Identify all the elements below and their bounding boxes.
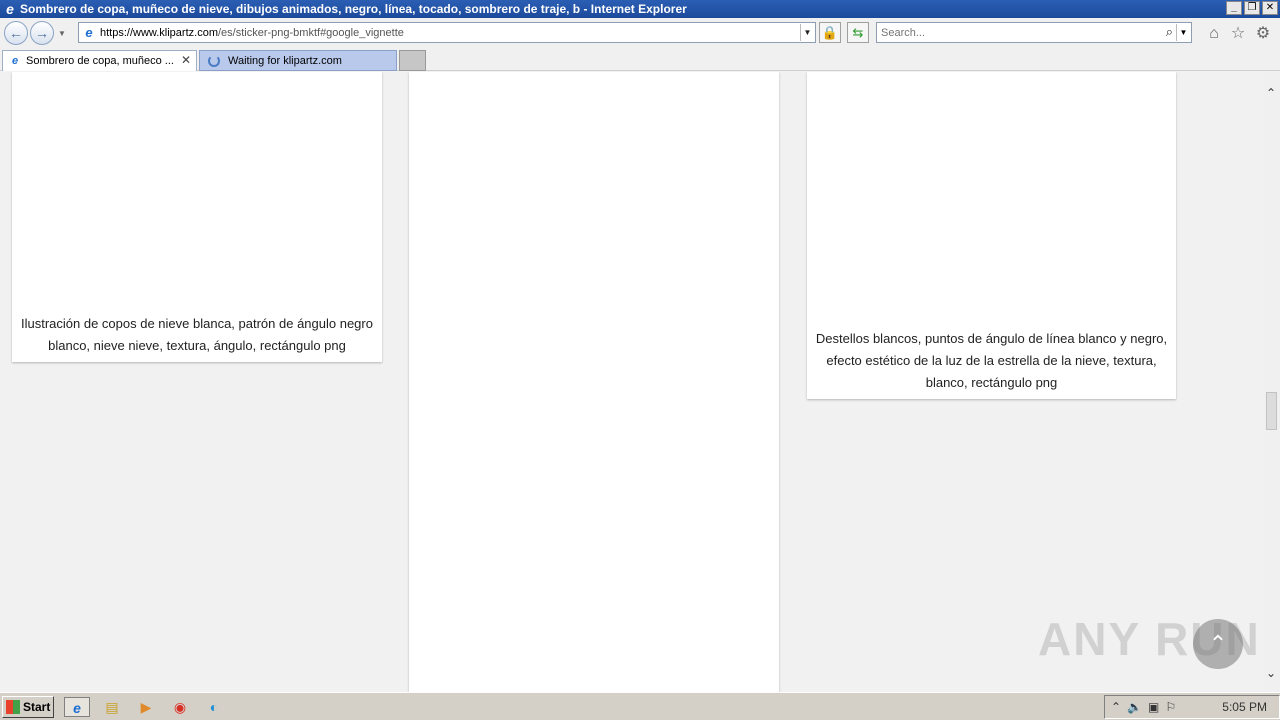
tab-active[interactable]: e Sombrero de copa, muñeco ... ✕ [2,50,197,71]
start-label: Start [23,699,51,714]
url-prefix: https://www. [100,26,160,39]
recent-pages-dropdown[interactable]: ▼ [58,29,68,38]
new-tab-button[interactable] [399,50,426,71]
start-button[interactable]: Start [2,695,54,718]
security-lock-button[interactable]: 🔒 [819,22,841,43]
tab-label: Waiting for klipartz.com [228,54,342,67]
scroll-thumb[interactable] [1266,392,1277,430]
image-card[interactable]: Ilustración de copos de nieve blanca, pa… [12,72,382,362]
card-caption[interactable]: Ilustración de copos de nieve blanca, pa… [20,313,374,357]
media-player-icon[interactable]: ▶ [134,697,158,717]
gear-icon[interactable]: ⚙ [1253,24,1273,44]
navigation-bar: ← → ▼ e https://www.klipartz.com/es/stic… [0,18,1280,48]
windows-logo-icon [6,699,20,714]
address-dropdown-button[interactable]: ▼ [800,24,814,41]
file-explorer-icon[interactable]: ▤ [100,697,124,717]
url-domain: klipartz.com [159,26,218,39]
scroll-up-icon[interactable]: ⌃ [1266,86,1276,100]
system-tray: ⌃ 🔈 ▣ ⚐ 5:05 PM [1104,695,1280,719]
maximize-button[interactable]: ❐ [1244,1,1260,15]
volume-icon[interactable]: 🔈 [1127,700,1142,714]
compatibility-refresh-button[interactable]: ⇆ [847,22,869,43]
scroll-to-top-button[interactable]: ⌃ [1193,619,1243,669]
show-hidden-icons-icon[interactable]: ⌃ [1111,700,1121,714]
clock[interactable]: 5:05 PM [1222,700,1267,714]
lock-icon: 🔒 [821,25,839,40]
window-title: Sombrero de copa, muñeco de nieve, dibuj… [20,2,687,16]
url-path: /es/sticker-png-bmktf#google_vignette [217,26,404,39]
window-titlebar: e Sombrero de copa, muñeco de nieve, dib… [0,0,1280,18]
home-icon[interactable]: ⌂ [1204,24,1224,44]
chevron-up-icon: ⌃ [1208,631,1228,656]
search-icon[interactable]: ⌕ [1166,24,1173,40]
ie-page-icon: e [85,24,93,40]
address-url[interactable]: https://www.klipartz.com/es/sticker-png-… [100,27,404,39]
ie-logo-icon: e [6,1,14,17]
ie-tab-icon: e [11,55,19,67]
image-card[interactable] [409,72,779,692]
refresh-icon: ⇆ [852,25,864,40]
close-tab-icon[interactable]: ✕ [181,53,191,67]
search-box[interactable]: ⌕ ▼ [876,22,1192,43]
network-icon[interactable]: ▣ [1148,700,1159,714]
minimize-button[interactable]: _ [1226,1,1242,15]
back-button[interactable]: ← [4,21,28,45]
close-button[interactable]: ✕ [1262,1,1278,15]
search-dropdown-button[interactable]: ▼ [1176,24,1190,41]
search-input[interactable] [881,26,1151,39]
taskbar: Start e ▤ ▶ ◉ ◐ ⌃ 🔈 ▣ ⚐ 5:05 PM [0,692,1280,720]
loading-spinner-icon [208,54,220,67]
action-center-flag-icon[interactable]: ⚐ [1165,700,1176,714]
window-controls: _ ❐ ✕ [1226,1,1278,15]
chrome-icon[interactable]: ◉ [168,697,192,717]
edge-icon[interactable]: ◐ [202,697,226,717]
card-caption[interactable]: Destellos blancos, puntos de ángulo de l… [815,328,1168,394]
back-arrow-icon: ← [9,25,23,41]
tab-label: Sombrero de copa, muñeco ... [26,55,174,67]
tab-loading[interactable]: Waiting for klipartz.com [199,50,397,71]
star-icon[interactable]: ☆ [1228,24,1248,44]
forward-button[interactable]: → [30,21,54,45]
page-content: Ilustración de copos de nieve blanca, pa… [0,72,1280,692]
internet-explorer-taskbar-icon[interactable]: e [64,697,90,717]
address-bar[interactable]: e https://www.klipartz.com/es/sticker-pn… [78,22,816,43]
image-card[interactable]: Destellos blancos, puntos de ángulo de l… [807,72,1176,399]
forward-arrow-icon: → [35,25,49,41]
tab-bar: e Sombrero de copa, muñeco ... ✕ Waiting… [0,48,1280,71]
scroll-down-icon[interactable]: ⌄ [1266,666,1276,680]
vertical-scrollbar[interactable]: ⌃ ⌄ [1263,72,1280,692]
